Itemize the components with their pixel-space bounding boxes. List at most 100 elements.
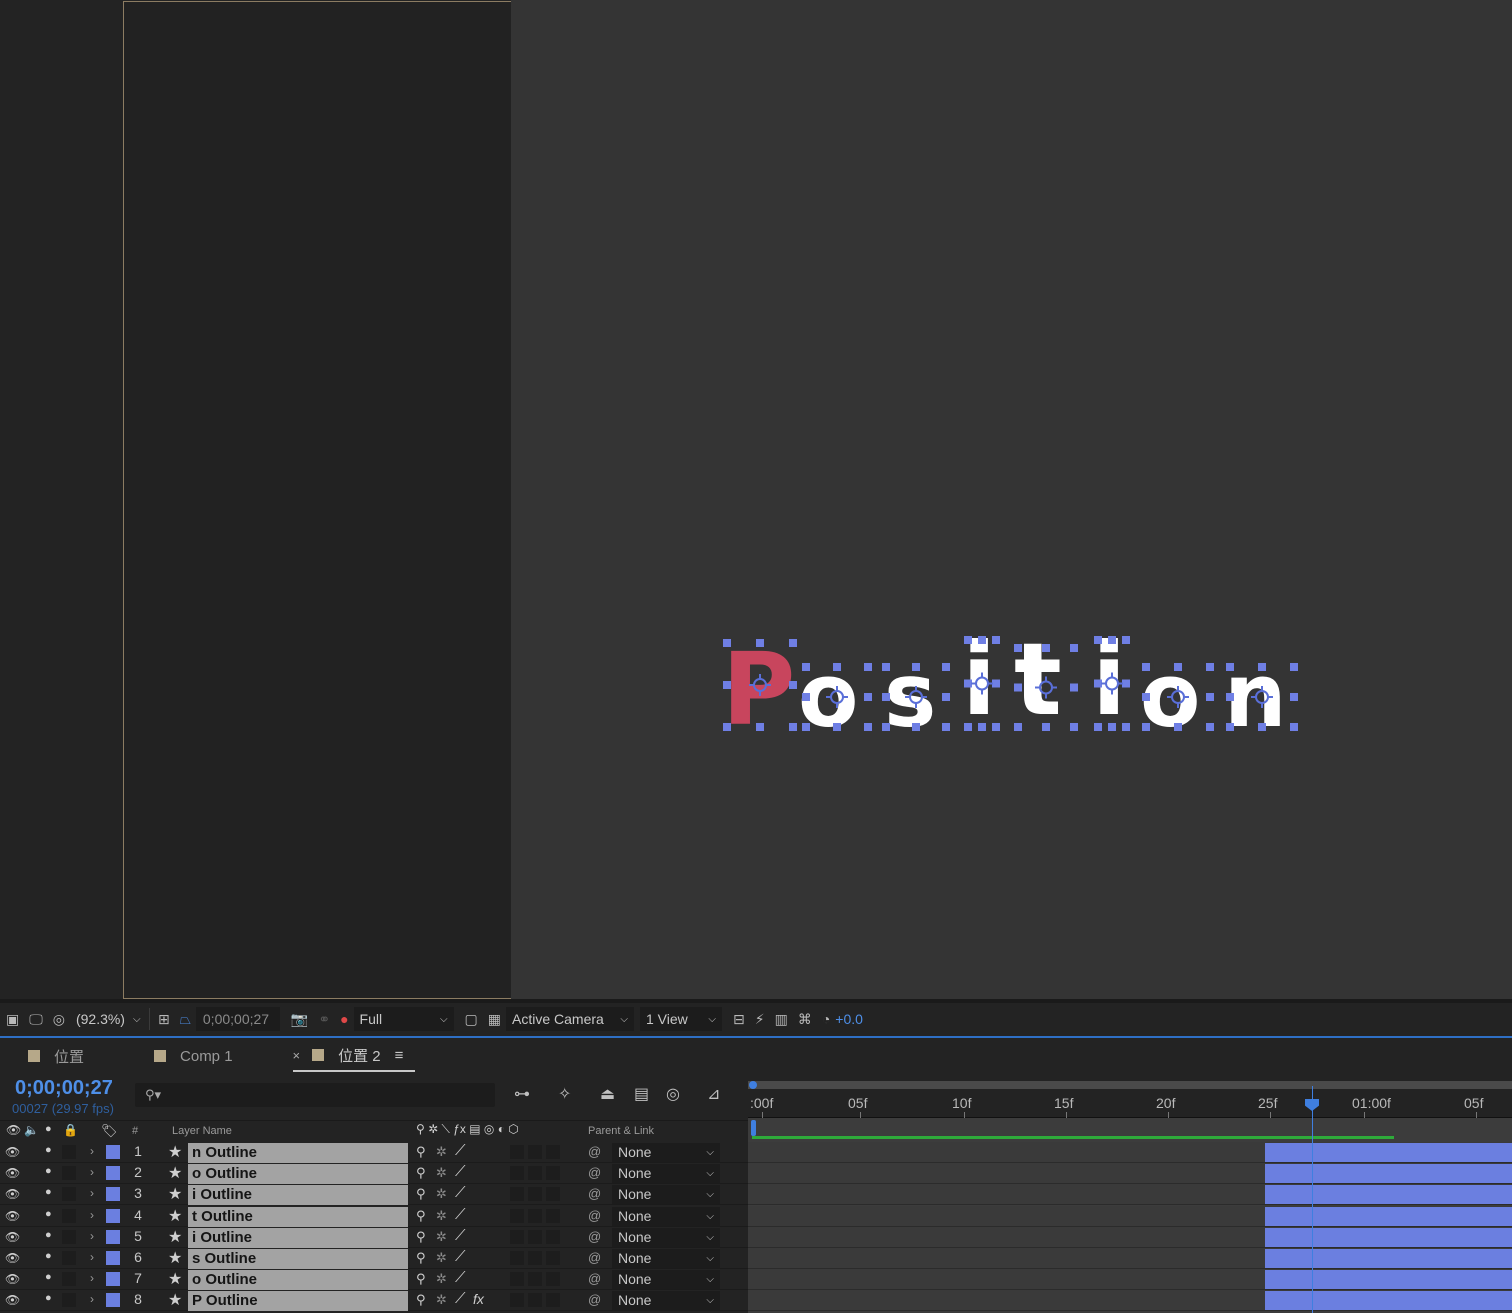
- lock-toggle[interactable]: [62, 1229, 76, 1244]
- quality-switch-icon[interactable]: ⟋: [455, 1142, 466, 1159]
- label-color-swatch[interactable]: [106, 1251, 120, 1265]
- layer-duration-bar[interactable]: [1264, 1291, 1512, 1311]
- grid-guide-icon[interactable]: ⊞: [153, 1011, 175, 1028]
- transform-handle[interactable]: [1042, 644, 1050, 652]
- parent-dropdown[interactable]: None ⌵: [612, 1143, 720, 1162]
- motion-blur-toggle[interactable]: [510, 1145, 524, 1159]
- transform-handle[interactable]: [1142, 693, 1150, 701]
- 3d-layer-toggle[interactable]: [546, 1166, 560, 1181]
- transform-handle[interactable]: [1070, 723, 1078, 731]
- layer-row[interactable]: 👁 ● › 2 ★ o Outline ⚲ ✲ ⟋ @ None ⌵: [0, 1163, 748, 1185]
- collapse-switch-icon[interactable]: ✲: [436, 1144, 447, 1160]
- selection-handles[interactable]: [0, 0, 1512, 1000]
- lock-toggle[interactable]: [62, 1187, 76, 1202]
- 3d-layer-toggle[interactable]: [546, 1187, 560, 1202]
- layer-name-column-header[interactable]: Layer Name: [172, 1125, 232, 1137]
- transform-handle[interactable]: [864, 693, 872, 701]
- eye-icon[interactable]: 👁: [5, 1272, 20, 1286]
- 3d-layer-toggle[interactable]: [546, 1229, 560, 1244]
- label-color-swatch[interactable]: [106, 1187, 120, 1202]
- layer-name[interactable]: n Outline: [188, 1143, 408, 1163]
- layer-duration-bar[interactable]: [1264, 1164, 1512, 1184]
- layer-row[interactable]: 👁 ● › 3 ★ i Outline ⚲ ✲ ⟋ @ None ⌵: [0, 1184, 748, 1206]
- eye-icon[interactable]: 👁: [5, 1293, 20, 1307]
- eye-icon[interactable]: 👁: [5, 1166, 20, 1180]
- quality-switch-icon[interactable]: ⟋: [455, 1248, 466, 1265]
- lock-toggle[interactable]: [62, 1208, 76, 1223]
- anchor-point-icon[interactable]: [1035, 676, 1057, 699]
- label-color-swatch[interactable]: [106, 1145, 120, 1159]
- 3d-layer-toggle[interactable]: [546, 1251, 560, 1265]
- adjustment-toggle[interactable]: [528, 1166, 542, 1181]
- motion-blur-toggle[interactable]: [510, 1187, 524, 1202]
- pick-whip-icon[interactable]: @: [588, 1271, 601, 1286]
- parent-dropdown[interactable]: None ⌵: [612, 1249, 720, 1268]
- transform-handle[interactable]: [1014, 683, 1022, 692]
- transform-handle[interactable]: [1108, 636, 1116, 644]
- show-snapshot-icon[interactable]: ⚭: [313, 1011, 335, 1028]
- motion-blur-toggle[interactable]: [510, 1251, 524, 1265]
- 3d-layer-toggle[interactable]: [546, 1208, 560, 1223]
- region-of-interest-icon[interactable]: ▢: [460, 1011, 483, 1028]
- mask-visibility-icon[interactable]: ◎: [48, 1011, 70, 1028]
- comp-start-handle[interactable]: [751, 1120, 756, 1136]
- visibility-column-icon[interactable]: 👁: [6, 1123, 21, 1137]
- adjustment-toggle[interactable]: [528, 1145, 542, 1159]
- shy-switch-icon[interactable]: ⚲: [416, 1271, 426, 1287]
- solo-column-icon[interactable]: ●: [45, 1123, 52, 1135]
- mask-path-icon[interactable]: ⏢: [175, 1011, 196, 1028]
- collapse-switch-icon[interactable]: ✲: [436, 1208, 447, 1224]
- lock-toggle[interactable]: [62, 1272, 76, 1287]
- transform-handle[interactable]: [1174, 723, 1182, 731]
- transform-handle[interactable]: [912, 663, 920, 671]
- tab-comp-1[interactable]: Comp 1: [96, 1040, 245, 1072]
- adjustment-toggle[interactable]: [528, 1293, 542, 1308]
- chevron-right-icon[interactable]: ›: [90, 1229, 94, 1243]
- anchor-point-icon[interactable]: [905, 686, 927, 708]
- audio-column-icon[interactable]: 🔈: [24, 1123, 39, 1137]
- shy-switch-icon[interactable]: ⚲: [416, 1229, 426, 1245]
- transform-handle[interactable]: [1226, 663, 1234, 671]
- transform-handle[interactable]: [1042, 723, 1050, 731]
- lock-column-icon[interactable]: 🔒: [63, 1123, 78, 1137]
- quality-switch-icon[interactable]: ⟋: [455, 1269, 466, 1286]
- reset-exposure-icon[interactable]: ◔: [817, 1011, 835, 1027]
- chevron-right-icon[interactable]: ›: [90, 1186, 94, 1200]
- transform-handle[interactable]: [723, 723, 731, 731]
- collapse-switch-icon[interactable]: ✲: [436, 1165, 447, 1181]
- transform-handle[interactable]: [1122, 636, 1130, 644]
- transform-handle[interactable]: [1122, 679, 1130, 688]
- toggle-pixel-aspect-icon[interactable]: ⊟: [728, 1011, 750, 1028]
- eye-icon[interactable]: 👁: [5, 1187, 20, 1201]
- layer-duration-bar[interactable]: [1264, 1143, 1512, 1162]
- transform-handle[interactable]: [1142, 723, 1150, 731]
- layer-row[interactable]: 👁 ● › 4 ★ t Outline ⚲ ✲ ⟋ @ None ⌵: [0, 1205, 748, 1227]
- transform-handle[interactable]: [789, 681, 797, 689]
- chevron-right-icon[interactable]: ›: [90, 1208, 94, 1222]
- composition-mini-flowchart-icon[interactable]: ⊶: [514, 1084, 530, 1104]
- quality-switch-icon[interactable]: ⟋: [455, 1163, 466, 1180]
- label-color-swatch[interactable]: [106, 1272, 120, 1287]
- transform-handle[interactable]: [789, 639, 797, 647]
- transform-handle[interactable]: [1206, 693, 1214, 701]
- layer-name[interactable]: o Outline: [188, 1164, 408, 1185]
- pick-whip-icon[interactable]: @: [588, 1250, 601, 1265]
- pick-whip-icon[interactable]: @: [588, 1186, 601, 1201]
- transform-handle[interactable]: [1122, 723, 1130, 731]
- transform-handle[interactable]: [1070, 683, 1078, 692]
- transform-handle[interactable]: [1290, 663, 1298, 671]
- motion-blur-icon[interactable]: ◎: [666, 1084, 680, 1104]
- flowchart-icon[interactable]: ⌘: [793, 1011, 817, 1028]
- transform-handle[interactable]: [723, 681, 731, 689]
- pick-whip-icon[interactable]: @: [588, 1208, 601, 1223]
- transform-handle[interactable]: [1174, 663, 1182, 671]
- number-column-header[interactable]: #: [132, 1125, 138, 1137]
- anchor-point-icon[interactable]: [1101, 672, 1123, 695]
- layer-duration-bar[interactable]: [1264, 1249, 1512, 1268]
- time-ruler[interactable]: :00f 05f 10f 15f 20f 25f 01:00f 05f: [748, 1092, 1512, 1118]
- parent-dropdown[interactable]: None ⌵: [612, 1227, 720, 1247]
- solo-icon[interactable]: ●: [45, 1208, 52, 1220]
- transform-handle[interactable]: [1206, 663, 1214, 671]
- adjustment-toggle[interactable]: [528, 1229, 542, 1244]
- transform-handle[interactable]: [1290, 723, 1298, 731]
